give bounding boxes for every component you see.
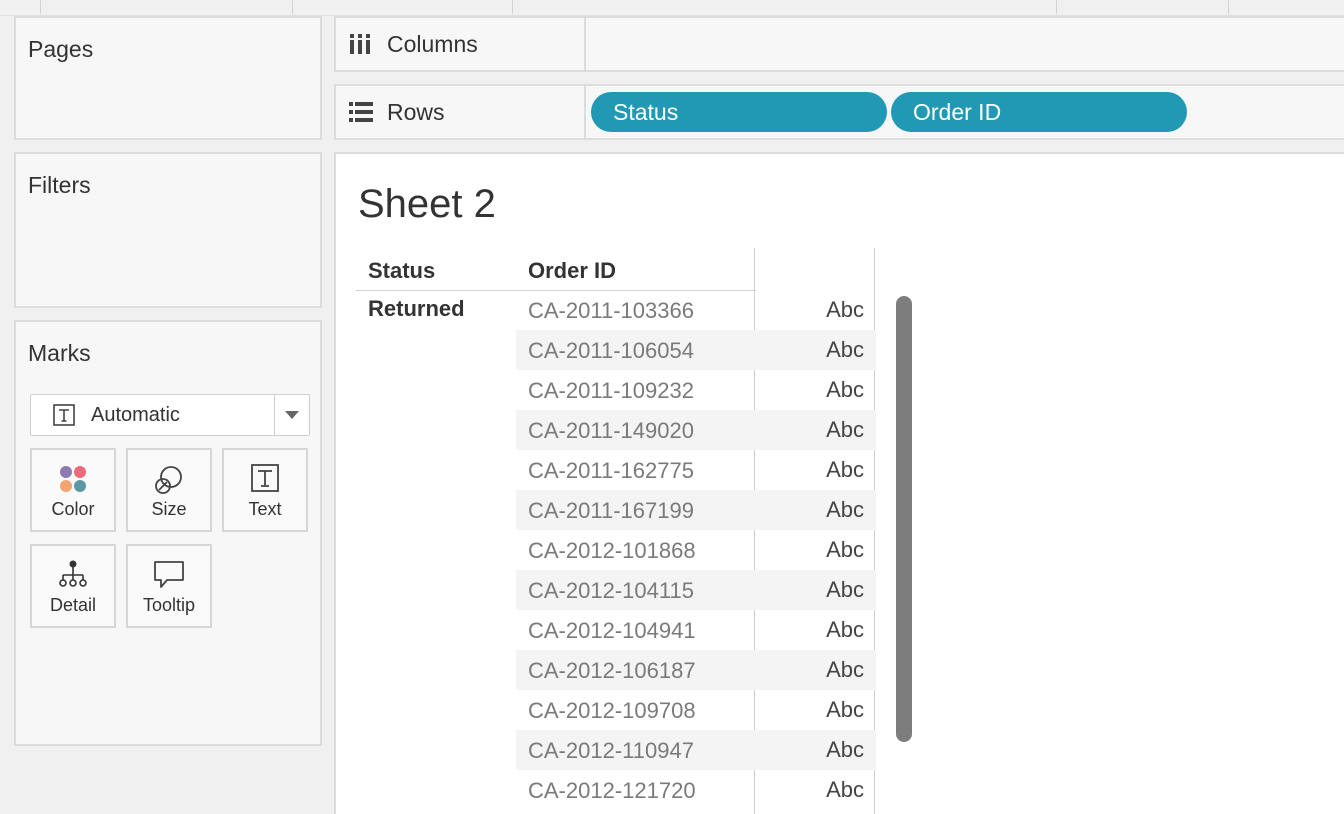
filters-title: Filters <box>28 172 91 198</box>
header-order-id[interactable]: Order ID <box>528 258 616 284</box>
marks-card: Marks Automatic Color Size Text Detail T… <box>14 320 322 746</box>
sheet-title[interactable]: Sheet 2 <box>358 182 496 227</box>
columns-icon <box>350 34 370 54</box>
value-cell[interactable]: Abc <box>826 417 864 443</box>
color-label: Color <box>51 499 95 519</box>
value-cell[interactable]: Abc <box>826 737 864 763</box>
tooltip-label: Tooltip <box>142 595 196 615</box>
value-cell[interactable]: Abc <box>826 777 864 803</box>
value-cell[interactable]: Abc <box>826 537 864 563</box>
tooltip-icon <box>154 561 184 588</box>
strip-divider <box>512 0 513 14</box>
table-row[interactable]: CA-2012-110947 Abc <box>516 730 876 770</box>
order-id-cell[interactable]: CA-2012-109708 <box>528 698 696 724</box>
pages-title: Pages <box>28 36 94 62</box>
table-row[interactable]: CA-2011-149020 Abc <box>516 410 876 450</box>
strip-divider <box>1228 0 1229 14</box>
order-list: CA-2011-103366 Abc CA-2011-106054 Abc CA-201… <box>516 290 876 810</box>
detail-icon <box>59 560 87 587</box>
table-row[interactable]: CA-2012-104115 Abc <box>516 570 876 610</box>
order-id-cell[interactable]: CA-2011-109232 <box>528 378 694 404</box>
order-id-cell[interactable]: CA-2011-149020 <box>528 418 694 444</box>
status-value[interactable]: Returned <box>368 296 465 322</box>
table-row[interactable]: CA-2011-109232 Abc <box>516 370 876 410</box>
order-id-cell[interactable]: CA-2011-167199 <box>528 498 694 524</box>
filters-card[interactable]: Filters <box>14 152 322 308</box>
table-row[interactable]: CA-2011-103366 Abc <box>516 290 876 330</box>
value-cell[interactable]: Abc <box>826 457 864 483</box>
rows-shelf-label: Rows <box>336 86 586 138</box>
color-button[interactable]: Color <box>30 448 116 532</box>
rows-pill-status[interactable]: Status <box>591 92 887 132</box>
header-status[interactable]: Status <box>368 258 435 284</box>
columns-shelf[interactable]: Columns <box>334 16 1344 72</box>
table-row[interactable]: CA-2011-106054 Abc <box>516 330 876 370</box>
order-id-cell[interactable]: CA-2012-104115 <box>528 578 694 604</box>
scrollbar[interactable] <box>892 292 916 814</box>
strip-divider <box>1056 0 1057 14</box>
tableau-workspace: Pages Filters Marks Automatic Color Size… <box>0 0 1344 814</box>
marks-title: Marks <box>28 340 91 366</box>
detail-button[interactable]: Detail <box>30 544 116 628</box>
size-label: Size <box>151 499 187 519</box>
columns-label: Columns <box>387 31 478 57</box>
chevron-down-icon[interactable] <box>285 411 299 419</box>
table-row[interactable]: CA-2012-104941 Abc <box>516 610 876 650</box>
color-icon <box>60 466 86 492</box>
order-id-cell[interactable]: CA-2011-162775 <box>528 458 694 484</box>
table-row[interactable]: CA-2012-101868 Abc <box>516 530 876 570</box>
value-cell[interactable]: Abc <box>826 617 864 643</box>
dropdown-divider <box>274 395 275 435</box>
value-cell[interactable]: Abc <box>826 337 864 363</box>
order-id-cell[interactable]: CA-2011-106054 <box>528 338 694 364</box>
size-button[interactable]: Size <box>126 448 212 532</box>
text-icon <box>251 464 279 492</box>
top-strip <box>0 0 1344 16</box>
table-row[interactable]: CA-2011-162775 Abc <box>516 450 876 490</box>
text-mark-icon <box>53 404 75 426</box>
order-id-cell[interactable]: CA-2012-106187 <box>528 658 696 684</box>
order-id-cell[interactable]: CA-2012-101868 <box>528 538 696 564</box>
columns-shelf-label: Columns <box>336 18 586 70</box>
value-cell[interactable]: Abc <box>826 377 864 403</box>
table-row[interactable]: CA-2012-109708 Abc <box>516 690 876 730</box>
value-cell[interactable]: Abc <box>826 297 864 323</box>
mark-type-label: Automatic <box>91 404 180 426</box>
scrollbar-thumb[interactable] <box>896 296 912 742</box>
rows-icon <box>349 102 373 122</box>
table-row[interactable]: CA-2011-167199 Abc <box>516 490 876 530</box>
order-id-cell[interactable]: CA-2012-104941 <box>528 618 696 644</box>
order-id-cell[interactable]: CA-2012-121720 <box>528 778 696 804</box>
strip-divider <box>40 0 41 14</box>
tooltip-button[interactable]: Tooltip <box>126 544 212 628</box>
value-cell[interactable]: Abc <box>826 697 864 723</box>
value-cell[interactable]: Abc <box>826 497 864 523</box>
order-id-cell[interactable]: CA-2012-110947 <box>528 738 694 764</box>
text-label: Text <box>248 499 282 519</box>
rows-shelf[interactable]: Rows Status Order ID <box>334 84 1344 140</box>
order-id-cell[interactable]: CA-2011-103366 <box>528 298 694 324</box>
value-cell[interactable]: Abc <box>826 577 864 603</box>
mark-type-dropdown[interactable]: Automatic <box>30 394 310 436</box>
text-button[interactable]: Text <box>222 448 308 532</box>
worksheet-view: Sheet 2 Status Order ID Returned CA-2011… <box>334 152 1344 814</box>
value-cell[interactable]: Abc <box>826 657 864 683</box>
detail-label: Detail <box>49 595 97 615</box>
rows-label: Rows <box>387 99 445 125</box>
table-row[interactable]: CA-2012-106187 Abc <box>516 650 876 690</box>
table-row[interactable]: CA-2012-121720 Abc <box>516 770 876 810</box>
rows-pill-order-id[interactable]: Order ID <box>891 92 1187 132</box>
strip-divider <box>292 0 293 14</box>
pages-card[interactable]: Pages <box>14 16 322 140</box>
size-icon <box>155 466 182 494</box>
